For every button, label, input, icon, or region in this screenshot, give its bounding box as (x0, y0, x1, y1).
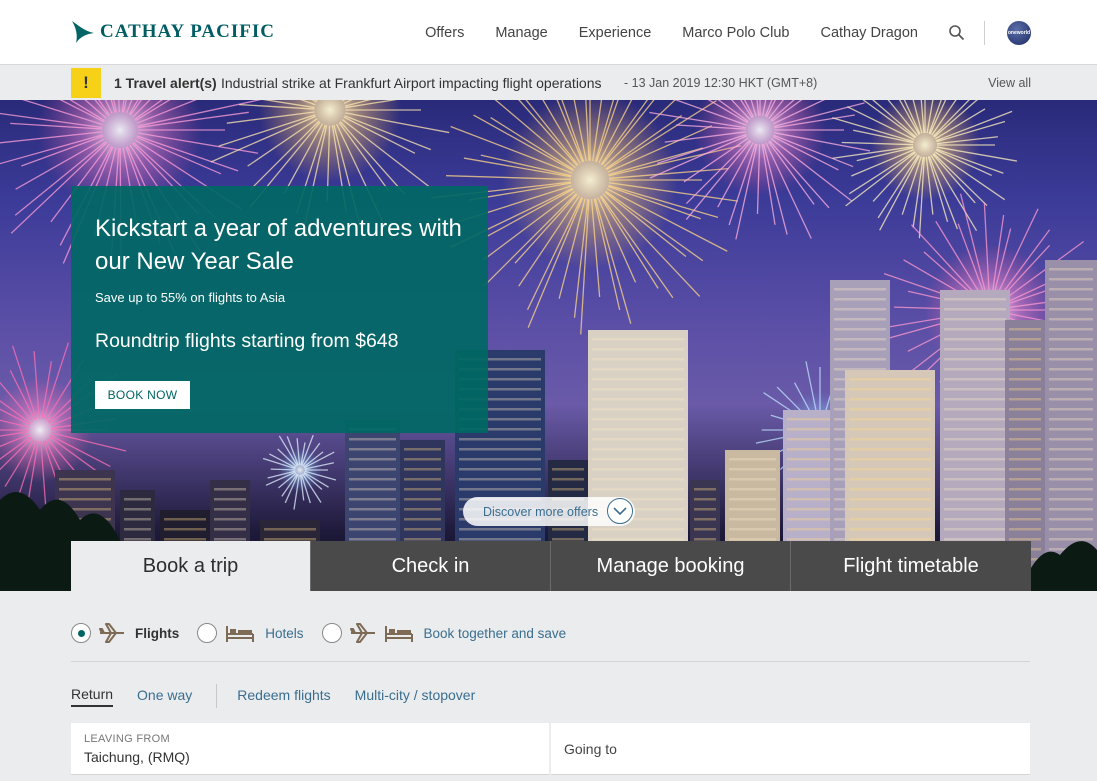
discover-label: Discover more offers (483, 504, 599, 519)
alert-count[interactable]: 1 Travel alert(s) (114, 75, 217, 91)
bed-icon (226, 626, 255, 642)
tab-check-in[interactable]: Check in (311, 541, 551, 591)
book-now-button[interactable]: BOOK NOW (95, 381, 190, 409)
site-header: CATHAY PACIFIC Offers Manage Experience … (0, 0, 1097, 65)
nav-manage[interactable]: Manage (495, 25, 547, 41)
booking-form: Flights Hotels Book together and save Re… (0, 591, 1097, 781)
hotels-label: Hotels (265, 625, 304, 641)
alert-view-all-link[interactable]: View all (988, 76, 1031, 90)
trip-type-selector: Return One way Redeem flights Multi-city… (71, 683, 499, 709)
search-icon[interactable] (948, 24, 966, 42)
tab-manage-booking[interactable]: Manage booking (551, 541, 791, 591)
brushwing-icon (72, 21, 94, 43)
travel-alert-bar: ! 1 Travel alert(s) Industrial strike at… (0, 66, 1097, 100)
nav-marco-polo-club[interactable]: Marco Polo Club (682, 25, 789, 41)
booking-tabs: Book a trip Check in Manage booking Flig… (71, 541, 1031, 591)
trip-multi-city[interactable]: Multi-city / stopover (355, 687, 476, 706)
bed-icon (384, 626, 413, 642)
booking-type-selector: Flights Hotels Book together and save (71, 618, 584, 648)
main-nav: Offers Manage Experience Marco Polo Club… (394, 0, 1031, 65)
flights-radio[interactable] (71, 623, 91, 643)
promo-title: Kickstart a year of adventures with our … (95, 215, 462, 275)
flights-label: Flights (135, 625, 180, 641)
warning-icon: ! (71, 68, 101, 98)
bundle-label: Book together and save (423, 625, 567, 641)
form-divider (71, 661, 1030, 662)
nav-offers[interactable]: Offers (425, 25, 464, 41)
oneworld-label: oneworld (1007, 29, 1031, 36)
alert-message[interactable]: Industrial strike at Frankfurt Airport i… (221, 75, 602, 91)
leaving-from-value[interactable]: Taichung, (RMQ) (84, 749, 190, 765)
booking-type-bundle[interactable]: Book together and save (321, 622, 567, 644)
booking-type-flights[interactable]: Flights (71, 622, 179, 644)
nav-experience[interactable]: Experience (579, 25, 652, 41)
trip-return[interactable]: Return (71, 686, 114, 707)
trip-redeem-flights[interactable]: Redeem flights (237, 687, 330, 706)
trip-divider (216, 684, 218, 708)
discover-more-offers-button[interactable]: Discover more offers (463, 497, 635, 526)
going-to-placeholder[interactable]: Going to (564, 741, 617, 757)
nav-cathay-dragon[interactable]: Cathay Dragon (820, 25, 918, 41)
chevron-down-icon (607, 498, 633, 524)
booking-type-hotels[interactable]: Hotels (197, 622, 304, 644)
hotels-radio[interactable] (197, 623, 218, 643)
alert-date: - 13 Jan 2019 12:30 HKT (GMT+8) (624, 76, 818, 90)
nav-divider (984, 20, 985, 45)
plane-icon (349, 623, 375, 643)
cathay-pacific-logo[interactable]: CATHAY PACIFIC (70, 14, 275, 50)
tab-flight-timetable[interactable]: Flight timetable (791, 541, 1031, 591)
hero-banner: Kickstart a year of adventures with our … (0, 100, 1097, 591)
trip-one-way[interactable]: One way (137, 687, 192, 706)
leaving-from-field[interactable]: LEAVING FROM Taichung, (RMQ) (71, 723, 549, 775)
tab-book-a-trip[interactable]: Book a trip (71, 541, 311, 591)
promo-subtitle: Save up to 55% on flights to Asia (95, 290, 286, 305)
promo-price: Roundtrip flights starting from $648 (95, 330, 399, 352)
plane-icon (99, 623, 124, 643)
bundle-radio[interactable] (321, 623, 342, 643)
going-to-field[interactable]: Going to (551, 723, 1030, 775)
leaving-from-label: LEAVING FROM (84, 733, 170, 745)
logo-text: CATHAY PACIFIC (100, 21, 275, 42)
promo-panel: Kickstart a year of adventures with our … (71, 186, 488, 433)
oneworld-logo-icon[interactable]: oneworld (1007, 20, 1031, 45)
